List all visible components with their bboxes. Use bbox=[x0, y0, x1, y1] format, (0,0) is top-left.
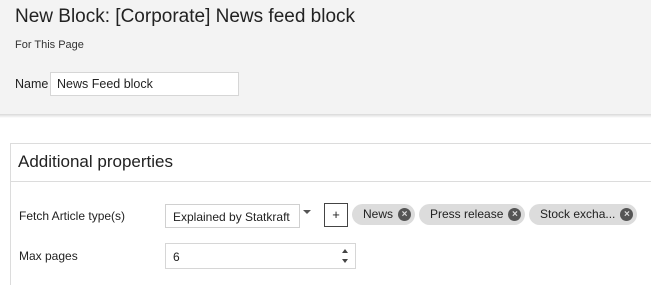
add-article-type-button[interactable]: + bbox=[324, 203, 348, 227]
fetch-article-types-label: Fetch Article type(s) bbox=[19, 209, 126, 223]
tag-stock-exchange: Stock excha... × bbox=[529, 204, 638, 225]
article-type-select[interactable]: Explained by Statkraft bbox=[165, 204, 300, 228]
tag-label: Stock excha... bbox=[540, 207, 616, 221]
increment-arrow-icon[interactable] bbox=[342, 249, 348, 253]
tag-news: News × bbox=[352, 204, 416, 225]
panel-title: Additional properties bbox=[18, 152, 173, 171]
name-label: Name bbox=[15, 77, 49, 91]
header-divider bbox=[0, 114, 651, 118]
remove-icon[interactable]: × bbox=[620, 208, 634, 221]
max-pages-label: Max pages bbox=[19, 249, 78, 263]
tag-label: Press release bbox=[430, 207, 504, 221]
tag-press-release: Press release × bbox=[419, 204, 526, 225]
dropdown-arrow-icon[interactable] bbox=[303, 210, 311, 214]
number-spinner[interactable] bbox=[336, 244, 355, 268]
remove-icon[interactable]: × bbox=[508, 208, 522, 221]
max-pages-input[interactable]: 6 bbox=[165, 243, 356, 269]
page-title: New Block: [Corporate] News feed block bbox=[15, 6, 356, 27]
remove-icon[interactable]: × bbox=[398, 208, 412, 221]
name-field[interactable] bbox=[50, 72, 239, 96]
page-subtitle: For This Page bbox=[15, 39, 84, 51]
decrement-arrow-icon[interactable] bbox=[342, 259, 348, 263]
tag-label: News bbox=[363, 207, 394, 221]
